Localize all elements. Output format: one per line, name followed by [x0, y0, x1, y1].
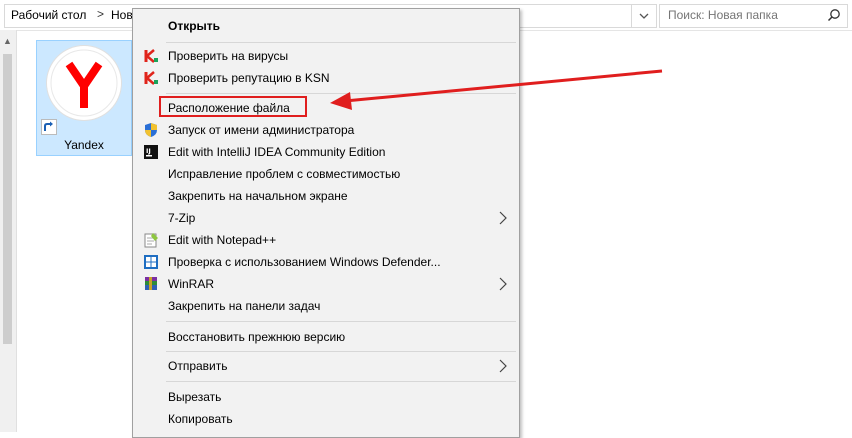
menu-item-windows-defender[interactable]: Проверка с использованием Windows Defend…	[135, 251, 517, 273]
menu-item-compat-troubleshoot[interactable]: Исправление проблем с совместимостью	[135, 163, 517, 185]
search-icon[interactable]	[827, 8, 841, 22]
menu-item-open[interactable]: Открыть	[135, 15, 517, 37]
menu-item-label: Edit with Notepad++	[168, 233, 277, 247]
menu-item-label: Исправление проблем с совместимостью	[168, 167, 401, 181]
scroll-up-icon[interactable]: ▲	[3, 36, 12, 46]
menu-item-label: Запуск от имени администратора	[168, 123, 355, 137]
menu-separator	[166, 381, 516, 382]
menu-separator	[166, 42, 516, 43]
menu-item-pin-taskbar[interactable]: Закрепить на панели задач	[135, 295, 517, 317]
kaspersky-icon	[144, 49, 158, 63]
menu-item-scan-viruses[interactable]: Проверить на вирусы	[135, 45, 517, 67]
menu-item-label: Открыть	[168, 19, 221, 33]
notepadpp-icon	[144, 233, 158, 248]
menu-separator	[166, 321, 516, 322]
menu-item-label: 7-Zip	[168, 211, 196, 225]
intellij-icon: IJ	[144, 145, 158, 159]
shortcut-arrow-icon	[41, 119, 57, 135]
menu-item-label: Закрепить на панели задач	[168, 299, 321, 313]
menu-item-label: Edit with IntelliJ IDEA Community Editio…	[168, 145, 386, 159]
breadcrumb-desktop[interactable]: Рабочий стол	[11, 8, 86, 22]
menu-item-label: Проверка с использованием Windows Defend…	[168, 255, 441, 269]
yandex-browser-icon	[47, 46, 121, 120]
submenu-chevron-icon	[499, 211, 507, 225]
menu-item-label: Копировать	[168, 412, 233, 426]
menu-item-copy[interactable]: Копировать	[135, 408, 517, 430]
menu-item-label: Проверить репутацию в KSN	[168, 71, 330, 85]
breadcrumb-separator[interactable]: >	[97, 7, 104, 21]
search-box[interactable]	[659, 4, 848, 28]
menu-item-label: Восстановить прежнюю версию	[168, 330, 346, 344]
menu-item-winrar[interactable]: WinRAR	[135, 273, 517, 295]
menu-item-7zip[interactable]: 7-Zip	[135, 207, 517, 229]
menu-item-send-to[interactable]: Отправить	[135, 355, 517, 377]
context-menu: Открыть Проверить на вирусы Проверить ре…	[132, 8, 520, 438]
kaspersky-icon	[144, 71, 158, 85]
scrollbar-thumb[interactable]	[3, 54, 12, 344]
intellij-icon-letters: IJ	[146, 147, 151, 155]
menu-item-cut[interactable]: Вырезать	[135, 386, 517, 408]
breadcrumb-new-folder[interactable]: Нов	[111, 8, 133, 22]
menu-item-run-as-admin[interactable]: Запуск от имени администратора	[135, 119, 517, 141]
file-item-yandex[interactable]: Yandex	[36, 40, 132, 156]
menu-separator	[166, 93, 516, 94]
uac-shield-icon	[145, 123, 157, 137]
file-name-label: Yandex	[64, 138, 104, 152]
menu-item-label: Вырезать	[168, 390, 222, 404]
windows-defender-icon	[144, 255, 158, 269]
submenu-chevron-icon	[499, 277, 507, 291]
annotation-highlight-box	[159, 96, 307, 117]
winrar-icon	[145, 277, 157, 290]
menu-item-label: Проверить на вирусы	[168, 49, 289, 63]
dropdown-chevron-icon[interactable]	[631, 4, 657, 28]
menu-item-label: Отправить	[168, 359, 228, 373]
menu-item-restore-previous[interactable]: Восстановить прежнюю версию	[135, 326, 517, 348]
search-input[interactable]	[660, 5, 828, 25]
menu-item-check-ksn[interactable]: Проверить репутацию в KSN	[135, 67, 517, 89]
menu-separator	[166, 351, 516, 352]
menu-item-label: WinRAR	[168, 277, 215, 291]
submenu-chevron-icon	[499, 359, 507, 373]
menu-item-edit-intellij[interactable]: IJ Edit with IntelliJ IDEA Community Edi…	[135, 141, 517, 163]
menu-item-notepadpp[interactable]: Edit with Notepad++	[135, 229, 517, 251]
menu-item-label: Закрепить на начальном экране	[168, 189, 348, 203]
nav-pane-scrollbar[interactable]: ▲	[0, 30, 17, 432]
menu-item-pin-start[interactable]: Закрепить на начальном экране	[135, 185, 517, 207]
